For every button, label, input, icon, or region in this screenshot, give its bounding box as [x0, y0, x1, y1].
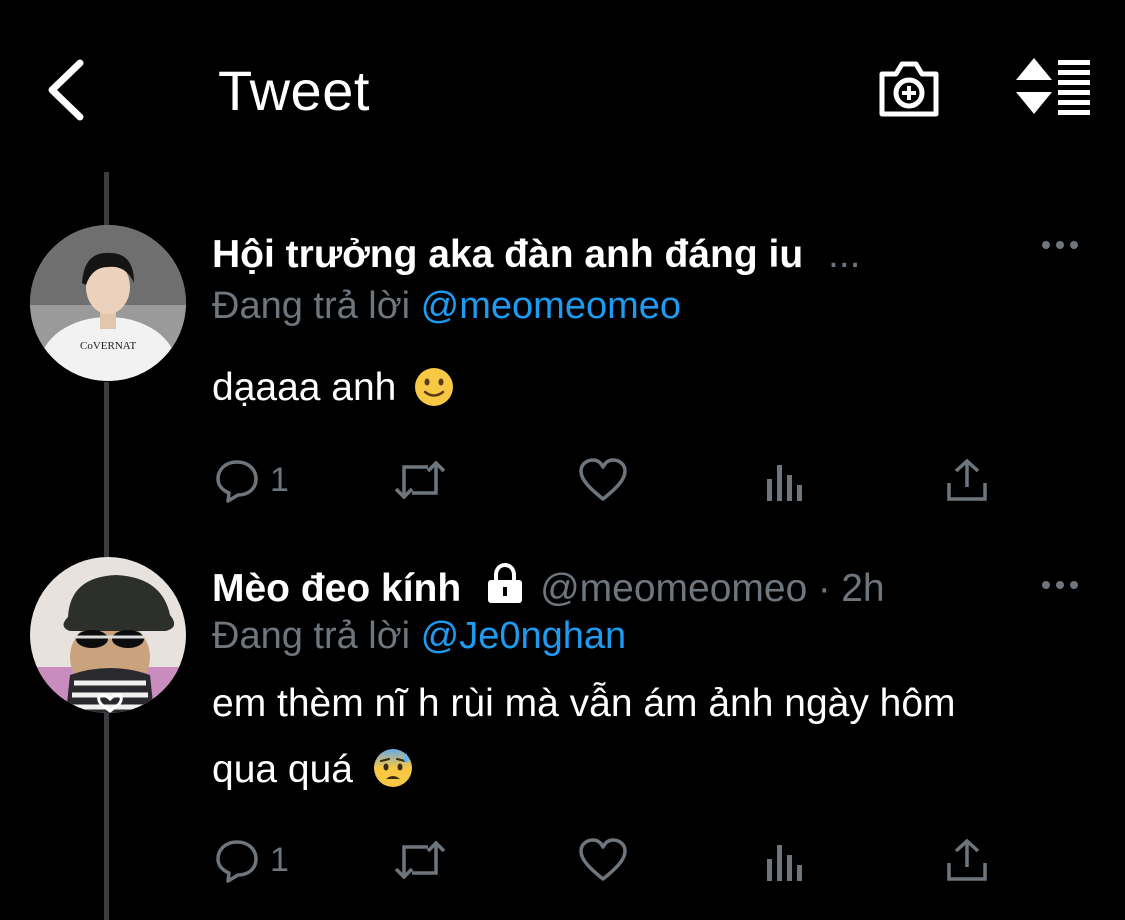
retweet-icon — [394, 460, 446, 500]
name-truncation: ... — [828, 233, 861, 276]
retweet-button[interactable] — [392, 837, 448, 883]
tweet[interactable]: Mèo đeo kính @meomeomeo · 2h Đang trả lờ… — [0, 555, 1125, 920]
handle[interactable]: @meomeomeo — [540, 567, 807, 610]
heart-icon — [579, 838, 627, 881]
sort-button[interactable] — [1014, 56, 1092, 118]
svg-text:CoVERNAT: CoVERNAT — [80, 340, 137, 352]
reply-icon — [216, 840, 258, 883]
retweet-button[interactable] — [392, 457, 448, 503]
reply-prefix: Đang trả lời — [212, 285, 411, 327]
reply-button[interactable]: 1 — [214, 457, 289, 503]
analytics-button[interactable] — [764, 841, 806, 881]
analytics-icon — [767, 845, 802, 881]
analytics-button[interactable] — [764, 461, 806, 501]
tweet-text-content: dạaaa anh — [212, 366, 397, 409]
analytics-icon — [767, 465, 802, 501]
replying-to: Đang trả lời @Je0nghan — [212, 615, 626, 658]
reply-count: 1 — [270, 840, 289, 879]
thread-line — [104, 172, 109, 232]
camera-add-icon — [879, 61, 939, 117]
page-title: Tweet — [218, 59, 370, 122]
reply-button[interactable]: 1 — [214, 837, 289, 883]
anxious-face-with-sweat-icon — [373, 748, 412, 787]
more-options-button[interactable] — [1040, 575, 1080, 595]
more-horizontal-icon — [1042, 581, 1078, 589]
more-horizontal-icon — [1042, 241, 1078, 249]
retweet-icon — [394, 840, 446, 880]
timestamp[interactable]: 2h — [841, 567, 884, 610]
avatar[interactable]: CoVERNAT — [30, 225, 186, 381]
tweet[interactable]: CoVERNAT Hội trưởng aka đàn anh đáng iu … — [0, 225, 1125, 525]
mention-link[interactable]: @Je0nghan — [421, 615, 627, 657]
tweet-text: dạaaa anh — [212, 355, 455, 421]
chevron-left-icon — [48, 59, 84, 121]
replying-to: Đang trả lời @meomeomeo — [212, 285, 681, 328]
more-options-button[interactable] — [1040, 235, 1080, 255]
reply-icon — [216, 460, 258, 503]
display-name[interactable]: Hội trưởng aka đàn anh đáng iu — [212, 233, 803, 276]
lock-icon — [487, 562, 522, 603]
tweet-text-line: qua quá — [212, 748, 353, 791]
slightly-smiling-face-icon — [415, 367, 454, 406]
share-button[interactable] — [944, 457, 990, 503]
avatar[interactable] — [30, 557, 186, 713]
tweet-text: em thèm nĩ h rùi mà vẫn ám ảnh ngày hôm … — [212, 671, 956, 803]
sort-icon — [1016, 58, 1090, 115]
tweet-text-line: em thèm nĩ h rùi mà vẫn ám ảnh ngày hôm — [212, 682, 956, 725]
like-button[interactable] — [578, 837, 628, 883]
mention-link[interactable]: @meomeomeo — [421, 285, 681, 327]
like-button[interactable] — [578, 457, 628, 503]
camera-button[interactable] — [876, 58, 942, 120]
reply-count: 1 — [270, 460, 289, 499]
heart-icon — [579, 458, 627, 501]
share-icon — [947, 838, 987, 881]
time-separator: · — [817, 567, 831, 610]
share-button[interactable] — [944, 837, 990, 883]
display-name[interactable]: Mèo đeo kính — [212, 567, 461, 610]
back-button[interactable] — [40, 55, 100, 125]
reply-prefix: Đang trả lời — [212, 615, 411, 657]
share-icon — [947, 458, 987, 501]
